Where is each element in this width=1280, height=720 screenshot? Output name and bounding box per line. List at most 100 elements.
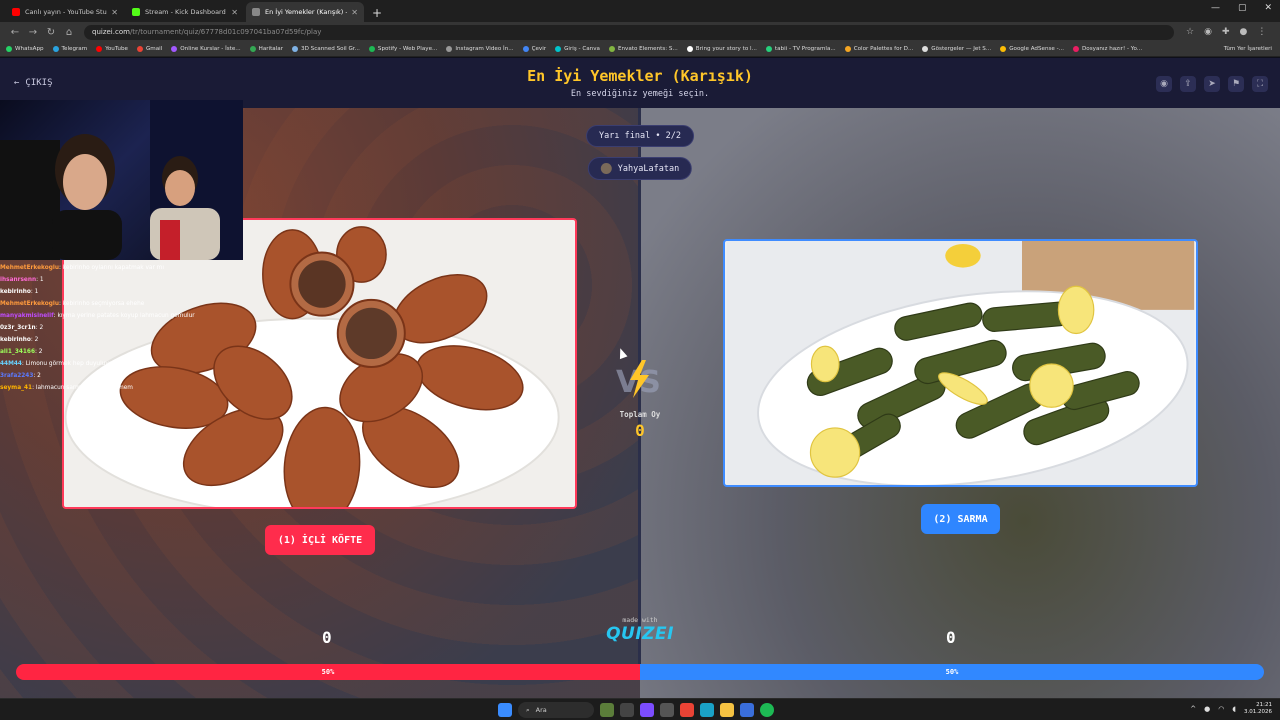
- eye-icon[interactable]: ◉: [1156, 76, 1172, 92]
- fullscreen-icon[interactable]: ⛶: [1252, 76, 1268, 92]
- bookmark-item[interactable]: Giriş - Canva: [555, 46, 600, 52]
- browser-tab-youtube[interactable]: Canlı yayın - YouTube Studio ✕: [6, 2, 124, 22]
- bookmark-label: Telegram: [61, 46, 88, 52]
- copilot-icon[interactable]: [640, 703, 654, 717]
- close-tab-icon[interactable]: ✕: [111, 8, 118, 17]
- maximize-icon[interactable]: ▢: [1238, 3, 1247, 13]
- reload-icon[interactable]: ↻: [42, 27, 60, 38]
- bookmark-favicon-icon: [522, 46, 529, 52]
- home-icon[interactable]: ⌂: [60, 27, 78, 38]
- quizei-logo[interactable]: QUIZEI: [600, 624, 680, 644]
- avatar: [600, 163, 612, 174]
- bookmark-label: Spotify - Web Playe...: [377, 46, 438, 52]
- bookmark-item[interactable]: tabii - TV Programla...: [765, 46, 836, 52]
- bookmark-item[interactable]: Gmail: [136, 46, 162, 52]
- tray-chevron-icon[interactable]: ^: [1190, 705, 1196, 713]
- chat-text: : lahmacun sarma yemek istemem: [32, 385, 133, 391]
- volume-icon[interactable]: ◖: [1232, 705, 1236, 713]
- star-icon[interactable]: ☆: [1186, 27, 1194, 37]
- option-card-right[interactable]: [723, 239, 1198, 487]
- chat-overlay: MehmetErkekoglu: kebirinho oylarını kapa…: [0, 262, 200, 394]
- bookmark-favicon-icon: [292, 46, 299, 52]
- profile-icon[interactable]: ●: [1239, 27, 1247, 37]
- clock[interactable]: 21:21 3.01.2026: [1244, 702, 1272, 716]
- browser-tab-quizei[interactable]: En İyi Yemekler (Karışık) - Tier l ✕: [246, 2, 364, 22]
- bookmark-item[interactable]: Color Palettes for D...: [844, 46, 913, 52]
- creator-name: YahyaLafatan: [617, 163, 680, 174]
- task-view-icon[interactable]: [620, 703, 634, 717]
- send-icon[interactable]: ➤: [1204, 76, 1220, 92]
- sarma-image: [726, 241, 1195, 485]
- chat-message: kebirinho: 2: [0, 334, 200, 346]
- bookmark-item[interactable]: Envato Elements: S...: [608, 46, 678, 52]
- total-votes-label: Toplam Oy: [619, 410, 661, 419]
- bookmark-item[interactable]: WhatsApp: [6, 46, 44, 52]
- file-explorer-icon[interactable]: [720, 703, 734, 717]
- tab-title: Canlı yayın - YouTube Studio: [25, 8, 107, 16]
- widgets-icon[interactable]: [600, 703, 614, 717]
- bookmark-item[interactable]: Bring your story to l...: [686, 46, 757, 52]
- bookmark-label: Dosyanız hazır! - Yo...: [1082, 46, 1143, 52]
- webcam-feed: [0, 100, 243, 260]
- bookmark-label: Instagram Video İn...: [455, 46, 514, 52]
- bookmark-item[interactable]: Göstergeler — Jet S...: [922, 46, 991, 52]
- close-tab-icon[interactable]: ✕: [231, 8, 238, 17]
- wifi-icon[interactable]: ◠: [1218, 705, 1224, 713]
- flag-icon[interactable]: ⚑: [1228, 76, 1244, 92]
- windows-start-icon[interactable]: [498, 703, 512, 717]
- bookmark-item[interactable]: Haritalar: [249, 46, 283, 52]
- menu-icon[interactable]: ⋮: [1257, 27, 1266, 37]
- bookmark-favicon-icon: [52, 46, 59, 52]
- back-arrow-icon[interactable]: ←: [6, 27, 24, 38]
- round-stage-badge: Yarı final • 2/2: [586, 125, 694, 147]
- new-tab-button[interactable]: +: [372, 4, 382, 22]
- bookmark-item[interactable]: Instagram Video İn...: [446, 46, 514, 52]
- all-bookmarks-button[interactable]: Tüm Yer İşaretleri: [1224, 46, 1272, 52]
- close-window-icon[interactable]: ✕: [1264, 3, 1272, 13]
- store-icon[interactable]: [740, 703, 754, 717]
- minimize-icon[interactable]: —: [1211, 3, 1220, 13]
- chat-text: : 2: [35, 349, 43, 355]
- edge-icon[interactable]: [700, 703, 714, 717]
- creator-badge[interactable]: YahyaLafatan: [587, 157, 693, 180]
- bookmark-favicon-icon: [844, 46, 851, 52]
- bookmark-favicon-icon: [368, 46, 375, 52]
- close-tab-icon[interactable]: ✕: [351, 8, 358, 17]
- bookmark-label: YouTube: [105, 46, 128, 52]
- option-right-button[interactable]: (2) SARMA: [921, 504, 1000, 534]
- url-field[interactable]: quizei.com/tr/tournament/quiz/67778d01c0…: [84, 24, 1174, 40]
- vs-icon: VS: [616, 360, 661, 400]
- bookmark-item[interactable]: Online Kurslar - İste...: [171, 46, 241, 52]
- taskbar-search[interactable]: ⌕ Ara: [518, 702, 594, 718]
- chat-text: : 1: [36, 277, 44, 283]
- chrome-icon[interactable]: [680, 703, 694, 717]
- bookmark-item[interactable]: Çevir: [522, 46, 546, 52]
- chat-message: ihsanrsenn: 1: [0, 274, 200, 286]
- chat-message: manyakmisinelif: kıyma yerine patates ko…: [0, 310, 200, 322]
- settings-icon[interactable]: [660, 703, 674, 717]
- spotify-icon[interactable]: [760, 703, 774, 717]
- right-vote-count: 0: [946, 628, 956, 647]
- bookmark-item[interactable]: YouTube: [96, 46, 128, 52]
- page-subtitle: En sevdiğiniz yemeği seçin.: [570, 89, 710, 99]
- option-left-button[interactable]: (1) İÇLİ KÖFTE: [265, 525, 375, 555]
- bookmark-item[interactable]: Google AdSense -...: [1000, 46, 1064, 52]
- browser-tab-kick[interactable]: Stream - Kick Dashboard ✕: [126, 2, 244, 22]
- share-icon[interactable]: ⇪: [1180, 76, 1196, 92]
- chat-text: : kebirinho oylarını kapatmak var mı: [58, 265, 164, 271]
- bookmark-label: 3D Scanned Soil Gr...: [301, 46, 360, 52]
- bookmark-item[interactable]: Spotify - Web Playe...: [368, 46, 438, 52]
- puzzle-icon[interactable]: ✚: [1222, 27, 1230, 37]
- url-path: /tr/tournament/quiz/67778d01c097041ba07d…: [129, 28, 322, 36]
- microphone-icon[interactable]: ●: [1204, 705, 1210, 713]
- chat-text: : 2: [35, 325, 44, 331]
- bookmark-item[interactable]: Telegram: [52, 46, 88, 52]
- bookmark-item[interactable]: Dosyanız hazır! - Yo...: [1073, 46, 1142, 52]
- chat-message: MehmetErkekoglu: kebirinho oylarını kapa…: [0, 262, 200, 274]
- bookmark-favicon-icon: [249, 46, 256, 52]
- forward-arrow-icon[interactable]: →: [24, 27, 42, 38]
- extension-icon[interactable]: ◉: [1204, 27, 1212, 37]
- browser-tabbar: Canlı yayın - YouTube Studio ✕ Stream - …: [0, 0, 1280, 22]
- bookmark-item[interactable]: 3D Scanned Soil Gr...: [292, 46, 360, 52]
- search-label: Ara: [535, 706, 547, 714]
